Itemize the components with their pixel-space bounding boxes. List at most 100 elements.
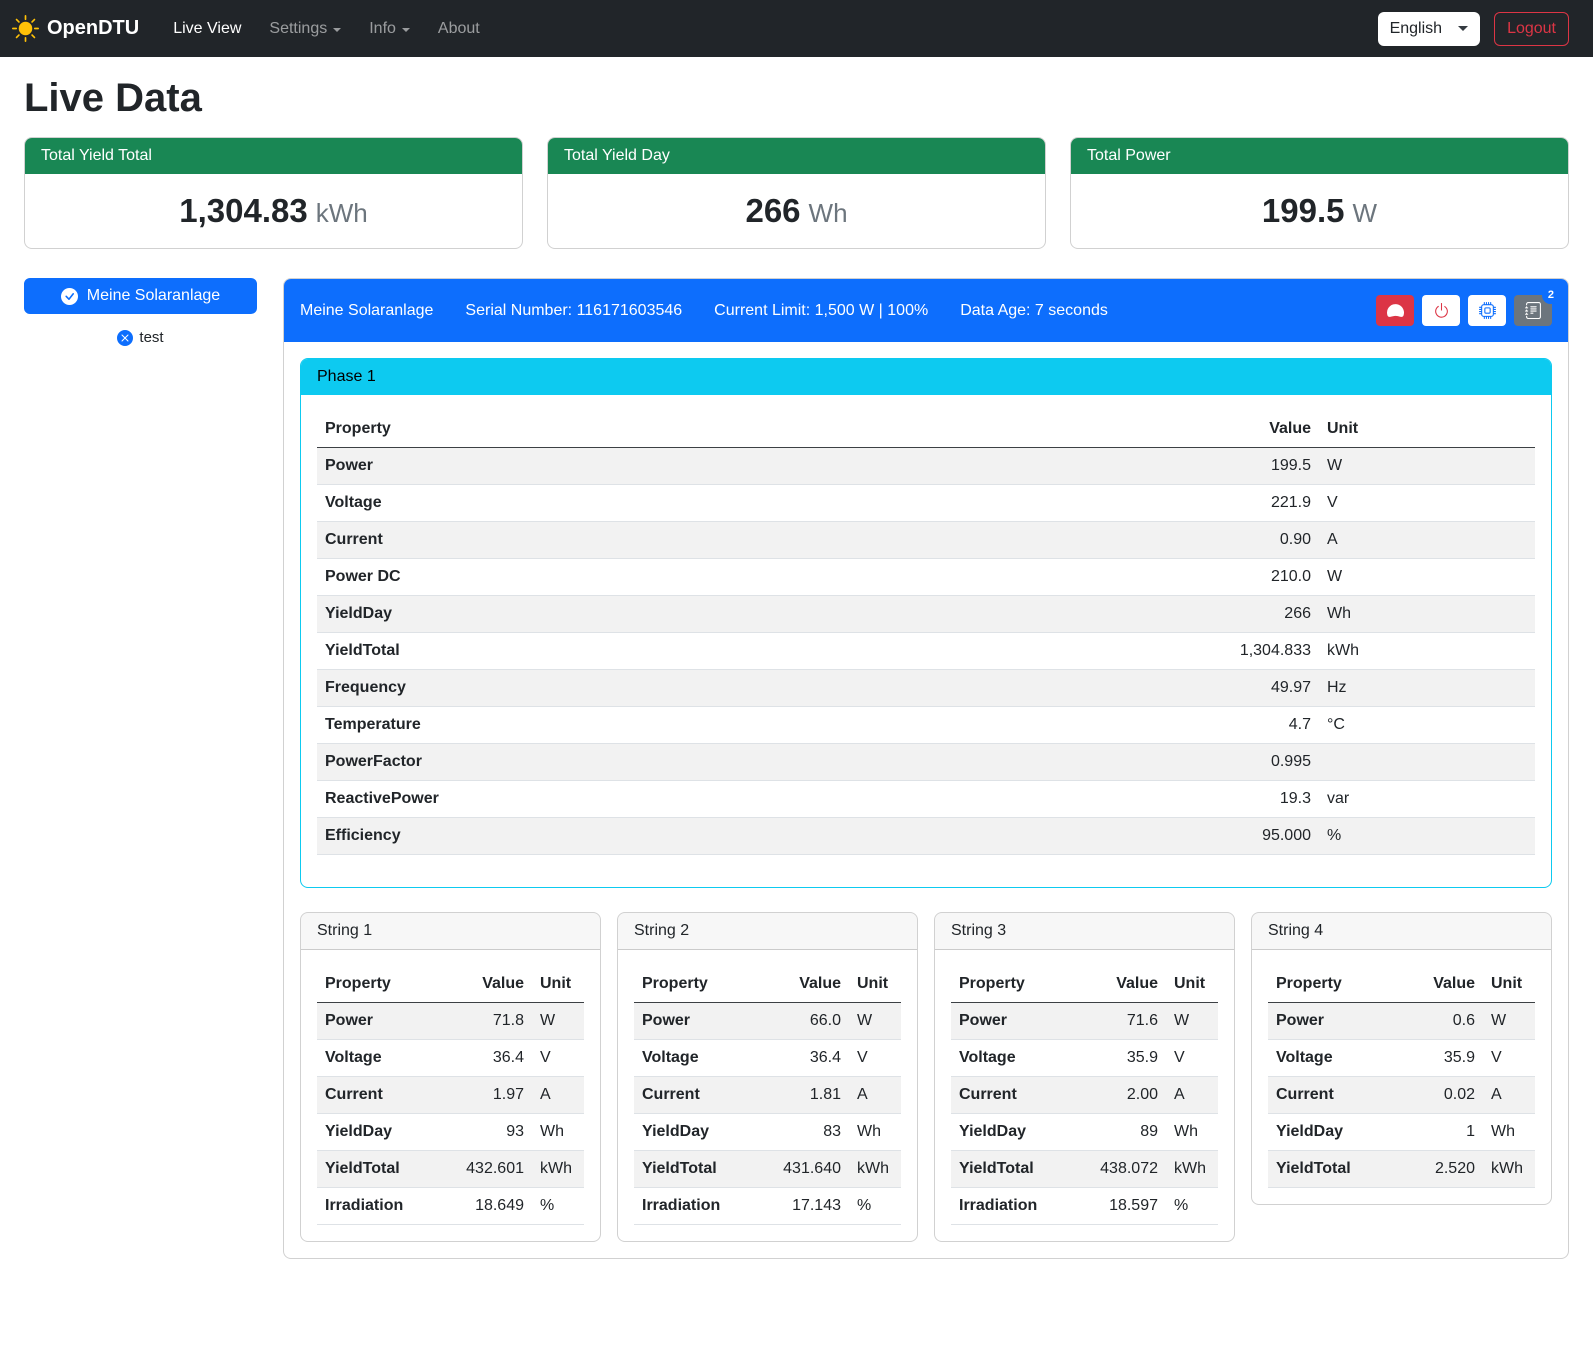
property-cell: Power	[634, 1003, 759, 1040]
logout-button[interactable]: Logout	[1494, 12, 1569, 46]
string-1-body: Property Value Unit Power71.8WVoltage36.…	[301, 950, 600, 1225]
table-row: Power DC210.0W	[317, 559, 1535, 596]
string-4-title: String 4	[1252, 913, 1551, 950]
table-row: Temperature4.7°C	[317, 707, 1535, 744]
navbar-right: English Logout	[1378, 12, 1569, 46]
string-3-table: Property Value Unit Power71.6WVoltage35.…	[951, 966, 1218, 1225]
table-header-row: Property Value Unit	[317, 411, 1535, 448]
string-2-title: String 2	[618, 913, 917, 950]
property-header: Property	[1268, 966, 1393, 1003]
unit-cell	[1319, 744, 1535, 781]
unit-cell: A	[1319, 522, 1535, 559]
nav-links: Live View Settings Info About	[159, 12, 494, 46]
property-cell: YieldDay	[1268, 1114, 1393, 1151]
event-label: test	[139, 329, 163, 346]
table-row: Power0.6W	[1268, 1003, 1535, 1040]
property-cell: YieldTotal	[951, 1151, 1076, 1188]
table-row: Irradiation18.597%	[951, 1188, 1218, 1225]
nav-info[interactable]: Info	[355, 12, 424, 46]
property-cell: Irradiation	[634, 1188, 759, 1225]
string-3-body: Property Value Unit Power71.6WVoltage35.…	[935, 950, 1234, 1225]
string-1-table: Property Value Unit Power71.8WVoltage36.…	[317, 966, 584, 1225]
table-header-row: Property Value Unit	[634, 966, 901, 1003]
nav-settings-label: Settings	[269, 20, 327, 38]
speedometer-icon	[1387, 302, 1404, 319]
property-cell: Power	[317, 1003, 442, 1040]
phase-body: Property Value Unit Power199.5WVoltage22…	[301, 395, 1551, 887]
inverter-current-limit: Current Limit: 1,500 W | 100%	[714, 302, 928, 320]
value-cell: 1	[1393, 1114, 1483, 1151]
unit-cell: %	[1319, 818, 1535, 855]
inverter-select-button[interactable]: Meine Solaranlage	[24, 278, 257, 314]
check-circle-icon	[61, 288, 78, 305]
table-row: Voltage36.4V	[317, 1040, 584, 1077]
value-cell: 35.9	[1393, 1040, 1483, 1077]
value-cell: 71.6	[1076, 1003, 1166, 1040]
total-yield-total-card: Total Yield Total 1,304.83kWh	[24, 137, 523, 249]
unit-cell: A	[532, 1077, 584, 1114]
property-cell: Temperature	[317, 707, 1072, 744]
nav-about[interactable]: About	[424, 12, 494, 46]
property-header: Property	[634, 966, 759, 1003]
property-header: Property	[317, 966, 442, 1003]
value-cell: 49.97	[1072, 670, 1319, 707]
unit-cell: Wh	[1319, 596, 1535, 633]
inverter-card-body: Phase 1 Property Value Unit Power199.5WV…	[284, 342, 1568, 1258]
property-header: Property	[951, 966, 1076, 1003]
cpu-icon	[1479, 302, 1496, 319]
x-circle-icon	[117, 330, 133, 346]
device-info-button[interactable]	[1468, 295, 1506, 326]
unit-cell: W	[1319, 559, 1535, 596]
value-header: Value	[1076, 966, 1166, 1003]
property-cell: PowerFactor	[317, 744, 1072, 781]
value-cell: 18.649	[442, 1188, 532, 1225]
string-4-table: Property Value Unit Power0.6WVoltage35.9…	[1268, 966, 1535, 1188]
chevron-down-icon	[402, 28, 410, 32]
unit-header: Unit	[849, 966, 901, 1003]
power-button[interactable]	[1422, 295, 1460, 326]
unit-cell: kWh	[849, 1151, 901, 1188]
card-title: Total Yield Total	[25, 138, 522, 174]
unit-cell: V	[1483, 1040, 1535, 1077]
unit-header: Unit	[532, 966, 584, 1003]
value-cell: 431.640	[759, 1151, 849, 1188]
table-row: YieldDay93Wh	[317, 1114, 584, 1151]
inverter-list-sidebar: Meine Solaranlage test	[24, 278, 257, 346]
property-cell: Frequency	[317, 670, 1072, 707]
event-log-button[interactable]: 2	[1514, 295, 1552, 326]
table-row: Irradiation17.143%	[634, 1188, 901, 1225]
table-row: YieldDay1Wh	[1268, 1114, 1535, 1151]
power-icon	[1433, 302, 1450, 319]
unit-cell: V	[1319, 485, 1535, 522]
value-cell: 438.072	[1076, 1151, 1166, 1188]
table-row: Voltage35.9V	[951, 1040, 1218, 1077]
brand-label: OpenDTU	[47, 17, 139, 40]
value-cell: 36.4	[759, 1040, 849, 1077]
value-header: Value	[759, 966, 849, 1003]
brand-link[interactable]: OpenDTU	[12, 15, 139, 42]
table-row: YieldDay83Wh	[634, 1114, 901, 1151]
unit-header: Unit	[1483, 966, 1535, 1003]
nav-about-label: About	[438, 20, 480, 38]
string-2-table: Property Value Unit Power66.0WVoltage36.…	[634, 966, 901, 1225]
value-cell: 2.520	[1393, 1151, 1483, 1188]
unit-cell: kWh	[1166, 1151, 1218, 1188]
limit-settings-button[interactable]	[1376, 295, 1414, 326]
property-cell: Voltage	[317, 485, 1072, 522]
chevron-down-icon	[333, 28, 341, 32]
total-yield-day-card: Total Yield Day 266Wh	[547, 137, 1046, 249]
table-row: Power199.5W	[317, 448, 1535, 485]
table-row: YieldTotal432.601kWh	[317, 1151, 584, 1188]
value-cell: 0.995	[1072, 744, 1319, 781]
string-3-card: String 3 Property Value Unit Power71.6WV…	[934, 912, 1235, 1242]
phase-title: Phase 1	[301, 359, 1551, 395]
language-select[interactable]: English	[1378, 12, 1480, 46]
unit-cell: A	[1483, 1077, 1535, 1114]
value-cell: 221.9	[1072, 485, 1319, 522]
property-cell: Current	[1268, 1077, 1393, 1114]
nav-settings[interactable]: Settings	[255, 12, 355, 46]
inverter-serial: Serial Number: 116171603546	[465, 302, 682, 320]
nav-live-view[interactable]: Live View	[159, 12, 255, 46]
value-header: Value	[1393, 966, 1483, 1003]
unit-header: Unit	[1166, 966, 1218, 1003]
